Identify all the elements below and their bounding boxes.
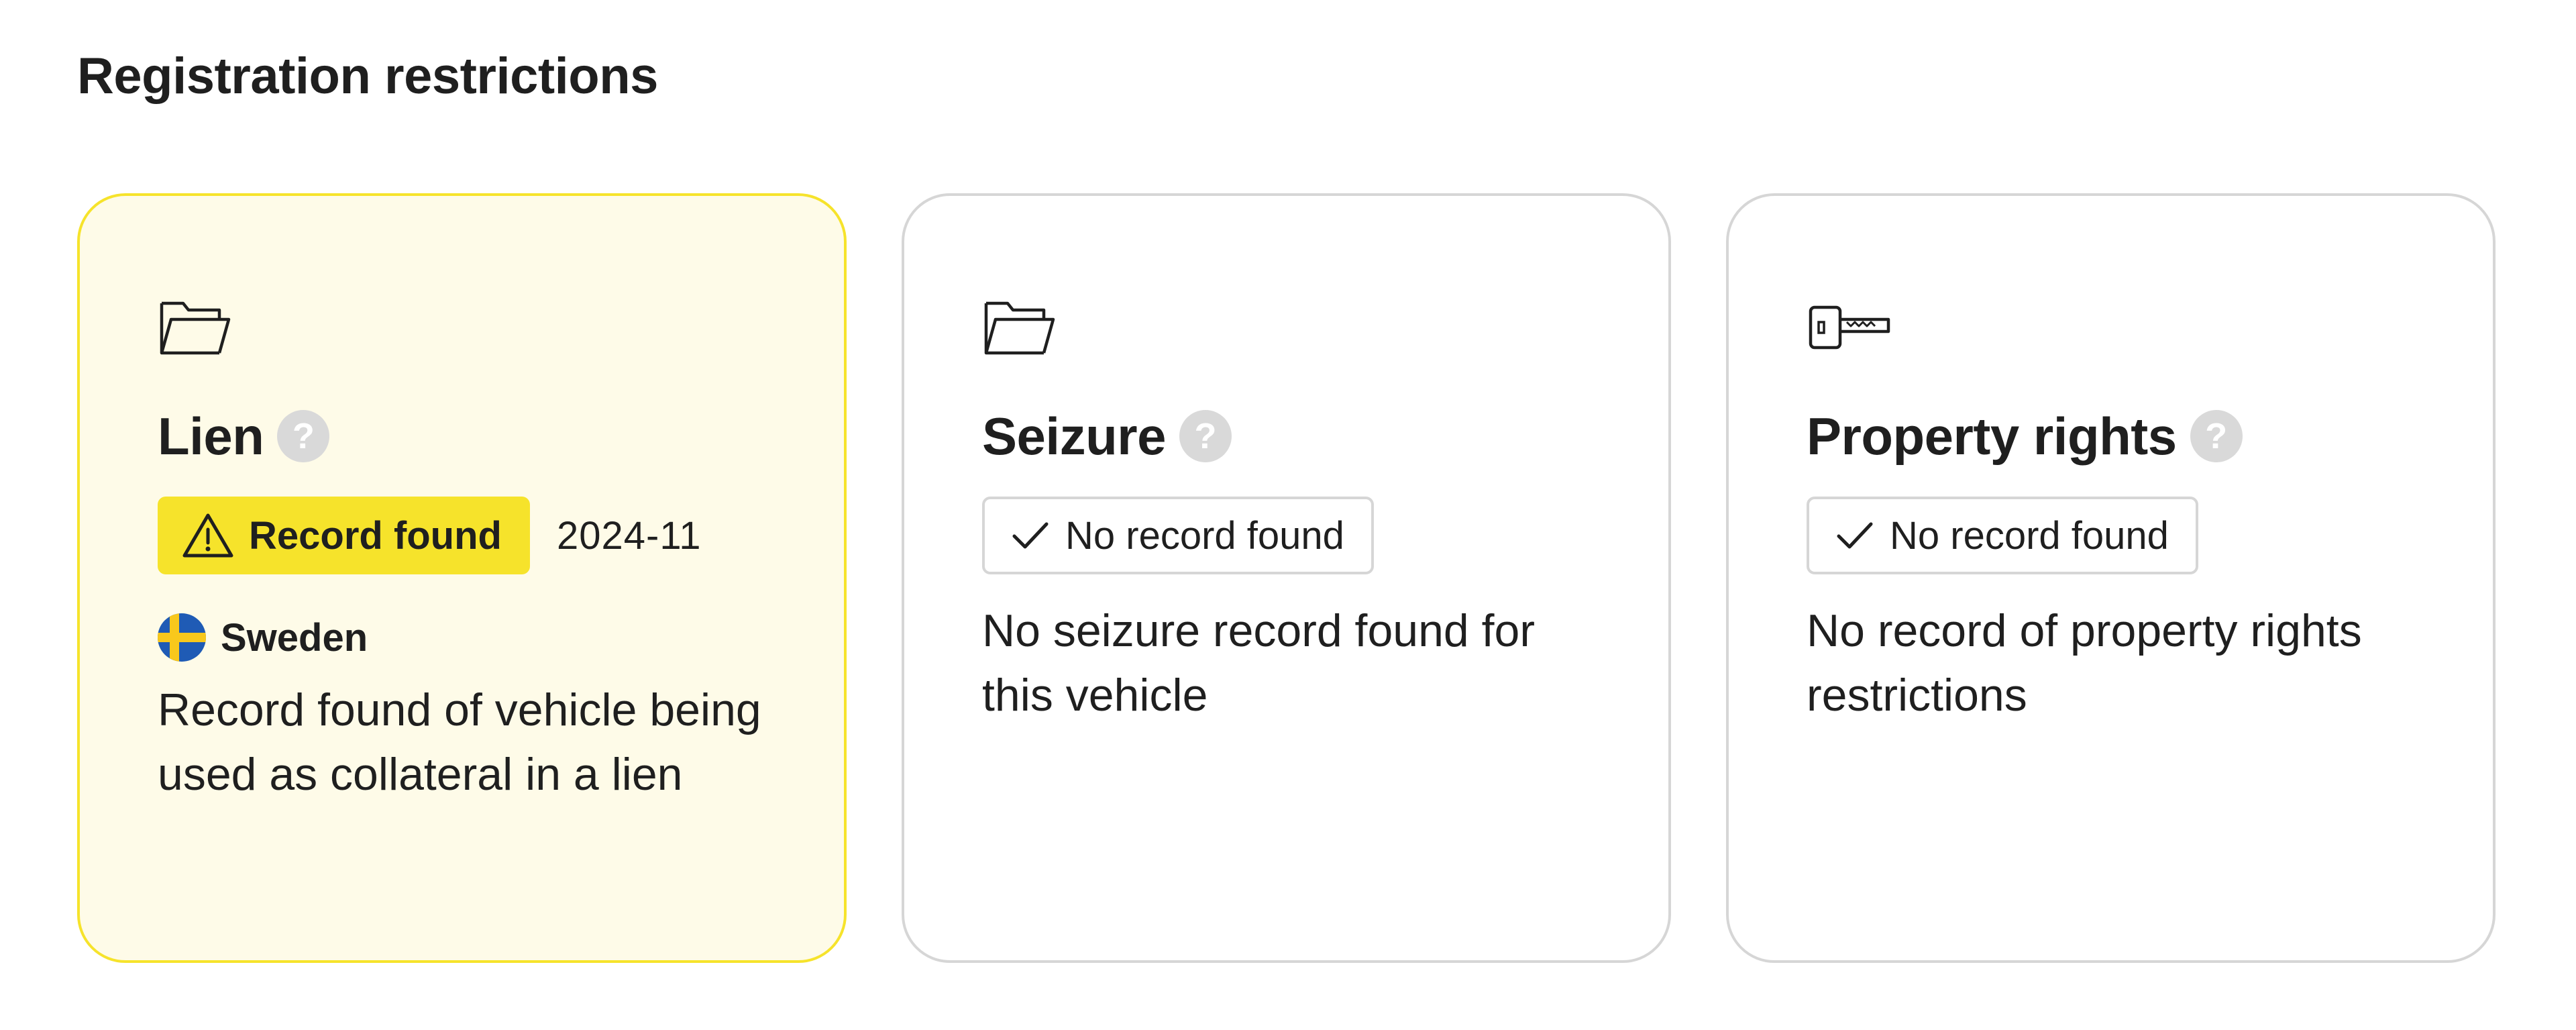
country-name: Sweden (221, 615, 368, 660)
check-icon (1835, 519, 1875, 552)
card-description: Record found of vehicle being used as co… (158, 684, 761, 800)
status-badge-label: No record found (1890, 513, 2169, 558)
check-icon (1010, 519, 1051, 552)
sweden-flag-icon (158, 613, 206, 662)
card-title-lien: Lien (158, 406, 264, 466)
status-badge-label: No record found (1065, 513, 1344, 558)
restriction-cards: Lien ? Record found 2024-11 Sweden Recor… (77, 193, 2496, 963)
folder-icon (982, 297, 1056, 357)
status-badge-no-record: No record found (1807, 497, 2198, 574)
help-icon[interactable]: ? (277, 410, 330, 462)
card-title-property-rights: Property rights (1807, 406, 2177, 466)
registration-restrictions-page: Registration restrictions Lien ? Record … (0, 0, 2576, 1030)
card-description: No seizure record found for this vehicle (982, 605, 1535, 721)
folder-icon (158, 297, 231, 357)
card-description: No record of property rights restriction… (1807, 605, 2362, 721)
lien-card: Lien ? Record found 2024-11 Sweden Recor… (77, 193, 847, 963)
seizure-card: Seizure ? No record found No seizure rec… (902, 193, 1671, 963)
record-date: 2024-11 (556, 513, 702, 558)
key-icon (1807, 297, 1890, 357)
help-icon[interactable]: ? (2190, 410, 2243, 462)
card-title-seizure: Seizure (982, 406, 1166, 466)
status-badge-record-found: Record found (158, 497, 530, 574)
property-rights-card: Property rights ? No record found No rec… (1726, 193, 2496, 963)
warning-icon (182, 512, 234, 559)
section-title: Registration restrictions (77, 48, 658, 105)
help-icon[interactable]: ? (1179, 410, 1232, 462)
status-badge-label: Record found (249, 513, 502, 558)
status-badge-no-record: No record found (982, 497, 1374, 574)
